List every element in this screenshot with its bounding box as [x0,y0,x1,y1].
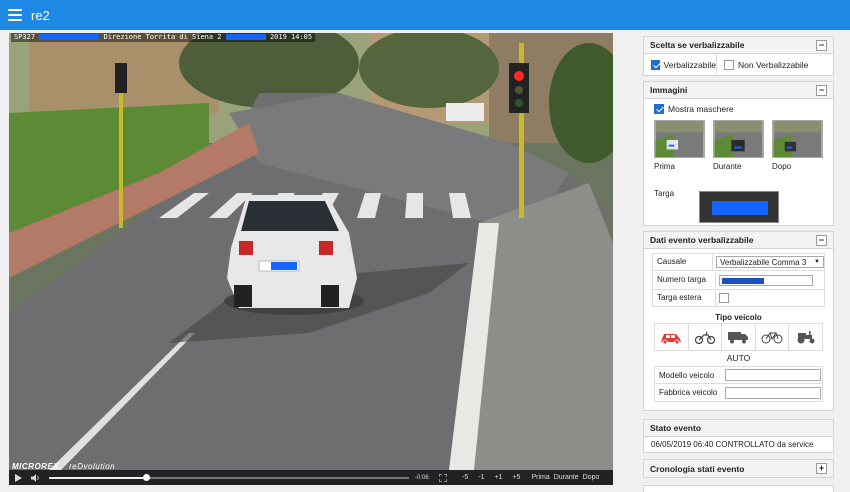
progress-knob[interactable] [143,473,151,481]
thumb-durante[interactable]: Durante [713,120,764,171]
stato-value: 06/05/2019 06:40 CONTROLLATO da service [651,440,814,449]
numero-targa-row: Numero targa [652,271,825,290]
overlay-redaction [39,34,100,40]
step-plus5-button[interactable]: +5 [507,470,525,485]
checkbox-checked[interactable] [654,104,664,114]
segment-dopo-button[interactable]: Dopo [581,470,602,485]
targa-estera-row: Targa estera [652,290,825,307]
step-minus1-button[interactable]: -1 [473,470,489,485]
speaker-icon [31,473,39,482]
progress-bar[interactable] [49,473,409,481]
collapse-button[interactable]: − [816,84,827,96]
top-bar: re2 [0,0,850,30]
tractor-icon [797,331,815,344]
fabbrica-veicolo-input[interactable] [725,386,821,399]
next-panel-edge [643,485,834,492]
overlay-timestamp: 2019 14:05 [269,33,313,41]
scelta-panel: Scelta se verbalizzabile − Verbalizzabil… [643,36,834,76]
thumbnail-image [713,120,764,158]
bicycle-icon [761,332,783,344]
collapse-button[interactable]: − [816,234,827,246]
camera-overlay: SP327 Direzione Torrita di Siena 2 2019 … [11,33,316,42]
vehicle-car-option[interactable] [655,324,688,350]
vehicle-type-selector [654,323,823,351]
tipo-veicolo-title: Tipo veicolo [715,313,762,322]
stato-title: Stato evento [650,423,702,433]
thumbnail-image [654,120,705,158]
checkbox-checked[interactable] [651,59,660,70]
app-title: re2 [31,7,50,23]
targa-image[interactable] [699,191,779,223]
overlay-location: Direzione Torrita di Siena 2 [103,33,222,41]
chevron-down-icon: ▼ [814,259,820,265]
fullscreen-button[interactable] [435,470,451,485]
numero-targa-input[interactable] [719,274,813,286]
step-plus1-button[interactable]: +1 [489,470,507,485]
overlay-camera-id: SP327 [14,33,36,41]
overlay-redaction [225,34,266,40]
expand-button[interactable]: + [816,463,827,474]
vehicle-bicycle-option[interactable] [754,324,789,350]
play-icon [14,473,22,482]
modello-row: Modello veicolo [654,366,823,384]
immagini-panel: Immagini − Mostra maschere Prima Durante [643,81,834,226]
motorcycle-icon [694,331,715,344]
time-remaining: -0:06 [415,474,429,481]
targa-estera-checkbox[interactable] [719,293,729,303]
vehicle-truck-option[interactable] [721,324,755,350]
thumb-dopo[interactable]: Dopo [772,120,823,171]
scelta-header: Scelta se verbalizzabile − [644,37,833,54]
vehicle-tractor-option[interactable] [788,324,822,350]
cronologia-panel: Cronologia stati evento + [643,459,834,478]
plate-redaction [722,277,764,284]
car-icon [661,334,682,344]
stato-header: Stato evento [644,420,833,437]
fabbrica-row: Fabbrica veicolo [654,384,823,402]
thumbnail-image [772,120,823,158]
selected-vehicle-label: AUTO [726,353,751,363]
option-non-verbalizzabile[interactable]: Non Verbalizzabile [716,54,833,75]
fullscreen-icon [439,473,447,482]
causale-select[interactable]: Verbalizzabile Comma 3 ▼ [716,256,824,268]
mostra-maschere-toggle[interactable]: Mostra maschere [654,104,823,114]
scelta-title: Scelta se verbalizzabile [650,40,745,50]
cronologia-header[interactable]: Cronologia stati evento + [644,460,833,477]
video-player[interactable]: SP327 Direzione Torrita di Siena 2 2019 … [9,33,613,485]
step-minus5-button[interactable]: -5 [457,470,473,485]
plate-redaction [712,201,768,215]
modello-veicolo-input[interactable] [725,369,821,381]
vehicle-motorcycle-option[interactable] [687,324,722,350]
camera-frame [9,33,613,470]
menu-icon[interactable] [8,9,22,21]
thumb-prima[interactable]: Prima [654,120,705,171]
stato-panel: Stato evento 06/05/2019 06:40 CONTROLLAT… [643,419,834,453]
option-verbalizzabile[interactable]: Verbalizzabile [644,54,716,75]
volume-button[interactable] [27,470,45,485]
immagini-header: Immagini − [644,82,833,99]
collapse-button[interactable]: − [816,39,827,51]
play-button[interactable] [9,470,27,485]
video-controls: -0:06 -5 -1 +1 +5 Prima Durante Dopo [9,470,613,485]
segment-durante-button[interactable]: Durante [552,470,581,485]
dati-title: Dati evento verbalizzabile [650,235,754,245]
cronologia-title: Cronologia stati evento [650,463,745,474]
dati-header: Dati evento verbalizzabile − [644,232,833,249]
dati-panel: Dati evento verbalizzabile − Causale Ver… [643,231,834,411]
truck-icon [728,332,749,344]
causale-row: Causale Verbalizzabile Comma 3 ▼ [652,253,825,271]
segment-prima-button[interactable]: Prima [529,470,551,485]
checkbox-unchecked[interactable] [724,59,734,70]
immagini-title: Immagini [650,85,688,95]
